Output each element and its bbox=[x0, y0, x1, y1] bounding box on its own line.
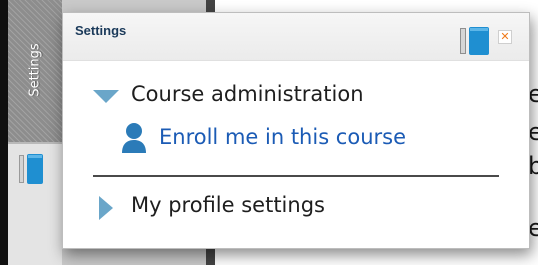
enroll-link-label: Enroll me in this course bbox=[159, 125, 407, 149]
dock-settings-label: Settings bbox=[27, 43, 43, 97]
dock-panel-icon[interactable] bbox=[459, 27, 491, 59]
profile-settings-node[interactable]: My profile settings bbox=[93, 193, 325, 225]
undock-icon[interactable] bbox=[18, 153, 44, 189]
divider bbox=[93, 175, 499, 177]
panel-title: Settings bbox=[75, 23, 127, 38]
user-icon bbox=[122, 123, 146, 153]
enroll-link[interactable]: Enroll me in this course bbox=[121, 121, 406, 157]
settings-panel: Settings ✕ Course administration Enroll … bbox=[62, 12, 530, 249]
panel-header: Settings ✕ bbox=[63, 13, 529, 61]
course-administration-label: Course administration bbox=[131, 82, 364, 106]
left-edge-bar bbox=[0, 0, 8, 265]
course-administration-node[interactable]: Course administration bbox=[93, 82, 364, 111]
dock: Settings bbox=[8, 0, 63, 265]
triangle-down-icon bbox=[93, 90, 119, 103]
dock-settings-tab[interactable]: Settings bbox=[8, 0, 63, 142]
close-icon[interactable]: ✕ bbox=[498, 30, 512, 44]
dock-divider bbox=[8, 142, 62, 144]
triangle-right-icon bbox=[99, 196, 113, 220]
profile-settings-label: My profile settings bbox=[131, 193, 325, 217]
